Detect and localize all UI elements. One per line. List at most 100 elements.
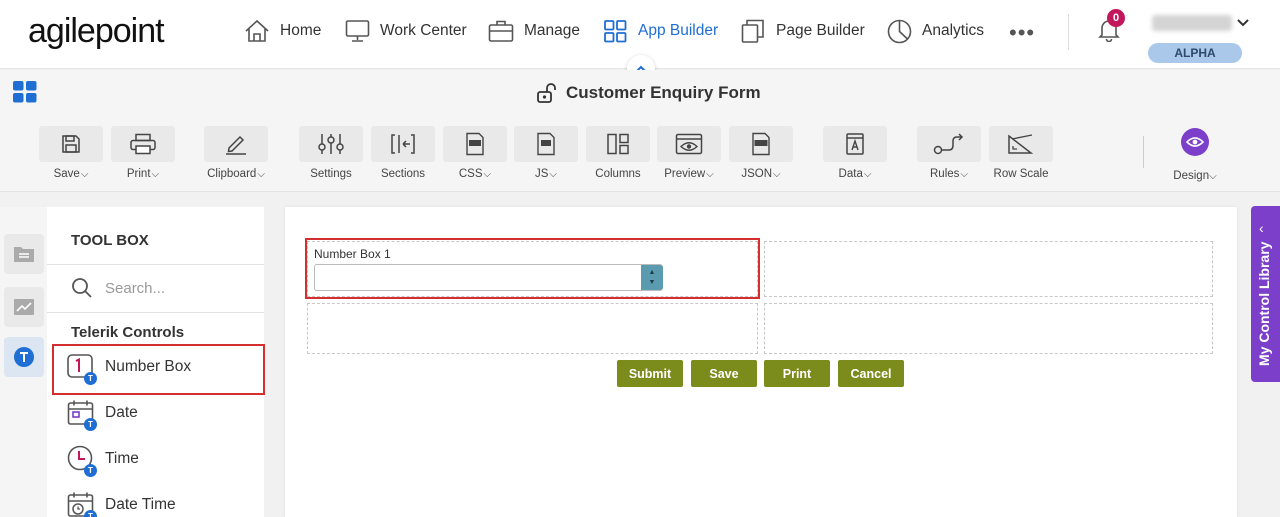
nav-divider — [1068, 14, 1069, 50]
toolbar-design-label: Design — [1173, 170, 1210, 182]
form-cell[interactable] — [764, 303, 1213, 354]
caret-down-icon: ⌵ — [151, 169, 160, 180]
spin-down-icon[interactable]: ▼ — [649, 279, 656, 287]
my-control-library-tab[interactable]: ‹ My Control Library — [1251, 206, 1280, 382]
list-folder-icon — [14, 247, 34, 262]
toolbox-panel: TOOL BOX Search... Telerik Controls T Nu… — [47, 207, 264, 517]
data-book-icon — [846, 133, 864, 155]
nav-manage-label: Manage — [524, 22, 581, 39]
caret-down-icon: ⌵ — [257, 169, 265, 180]
eye-icon — [1186, 137, 1204, 147]
ruler-triangle-icon — [1008, 134, 1034, 154]
toolbar-css[interactable]: CSS⌵ — [442, 126, 508, 180]
js-file-icon — [537, 132, 555, 156]
number-box-icon: T — [67, 353, 97, 385]
toolbar-data[interactable]: Data⌵ — [822, 126, 888, 180]
toolbar-row-scale[interactable]: Row Scale — [988, 126, 1054, 180]
toolbox-title: TOOL BOX — [71, 232, 149, 249]
caret-down-icon: ⌵ — [773, 169, 781, 180]
search-input[interactable]: Search... — [105, 280, 165, 297]
more-menu-icon[interactable]: ••• — [1009, 20, 1035, 46]
nav-app-builder-label: App Builder — [638, 22, 719, 39]
control-number-box-label: Number Box — [105, 358, 192, 375]
rules-flow-icon — [933, 133, 964, 155]
search-icon — [72, 278, 92, 298]
chevron-down-icon[interactable] — [1236, 16, 1250, 30]
user-name-blurred[interactable] — [1152, 15, 1232, 31]
toolbar-print[interactable]: Print⌵ — [110, 126, 176, 180]
agilepoint-logo[interactable]: agilepoint — [28, 12, 165, 51]
toolbar-save[interactable]: Save⌵ — [38, 126, 104, 180]
telerik-badge: T — [84, 510, 97, 517]
briefcase-icon — [488, 20, 514, 42]
home-icon — [245, 19, 269, 42]
save-button[interactable]: Save — [691, 360, 757, 387]
toolbar-js-label: JS — [534, 168, 549, 180]
tab-analytics[interactable] — [4, 287, 44, 327]
trend-chart-icon — [14, 299, 34, 315]
toolbar-design[interactable]: Design⌵ — [1163, 126, 1227, 182]
control-date-time-label: Date Time — [105, 496, 176, 513]
telerik-t-icon — [14, 347, 34, 367]
nav-manage[interactable]: Manage — [488, 17, 580, 45]
toolbar-json[interactable]: JSON⌵ — [728, 126, 794, 180]
control-number-box[interactable]: T Number Box — [67, 349, 191, 385]
toolbar-sections-label: Sections — [380, 168, 426, 180]
toolbox-search[interactable]: Search... — [71, 277, 165, 299]
apps-grid-icon[interactable] — [13, 81, 37, 103]
control-date[interactable]: T Date — [67, 395, 138, 431]
preview-eye-icon — [675, 133, 703, 155]
toolbar-data-label: Data — [838, 168, 863, 180]
toolbar-js[interactable]: JS⌵ — [513, 126, 579, 180]
toolbar-sections[interactable]: Sections — [370, 126, 436, 180]
nav-page-builder[interactable]: Page Builder — [741, 17, 865, 45]
toolbar-json-label: JSON — [741, 168, 773, 180]
form-cell[interactable] — [307, 303, 758, 354]
pie-chart-icon — [887, 19, 912, 43]
control-time-label: Time — [105, 450, 139, 467]
control-date-label: Date — [105, 404, 138, 421]
toolbar-settings-label: Settings — [310, 168, 352, 180]
number-box-1-input[interactable] — [314, 264, 663, 291]
toolbar-rules[interactable]: Rules⌵ — [916, 126, 982, 180]
tab-telerik-controls[interactable] — [4, 337, 44, 377]
caret-down-icon: ⌵ — [863, 169, 872, 180]
nav-analytics[interactable]: Analytics — [887, 17, 984, 45]
number-box-1-spinner[interactable]: ▲ ▼ — [641, 265, 663, 290]
spin-up-icon[interactable]: ▲ — [649, 269, 656, 277]
toolbar-clipboard-label: Clipboard — [207, 168, 257, 180]
form-title: Customer Enquiry Form — [536, 82, 761, 104]
form-title-bar: Customer Enquiry Form — [0, 70, 1280, 116]
toolbar-preview[interactable]: Preview⌵ — [656, 126, 722, 180]
submit-button[interactable]: Submit — [617, 360, 683, 387]
nav-home[interactable]: Home — [244, 17, 321, 45]
left-panel-tabs — [0, 207, 47, 517]
cancel-button[interactable]: Cancel — [838, 360, 904, 387]
toolbar-divider — [1143, 136, 1144, 168]
caret-down-icon: ⌵ — [483, 169, 492, 180]
control-date-time[interactable]: T Date Time — [67, 487, 176, 517]
monitor-icon — [345, 20, 370, 42]
floppy-disk-icon — [62, 135, 80, 153]
pages-icon — [741, 19, 764, 43]
nav-analytics-label: Analytics — [922, 22, 985, 39]
toolbox-section-title: Telerik Controls — [71, 324, 185, 341]
toolbar-clipboard[interactable]: Clipboard⌵ — [203, 126, 269, 180]
clock-icon: T — [67, 445, 97, 477]
telerik-badge: T — [84, 464, 97, 477]
columns-icon — [607, 133, 629, 155]
environment-badge: ALPHA — [1148, 43, 1242, 63]
toolbar-settings[interactable]: Settings — [298, 126, 364, 180]
toolbar-columns[interactable]: Columns — [585, 126, 651, 180]
form-cell[interactable] — [764, 241, 1213, 297]
nav-app-builder[interactable]: App Builder — [603, 17, 718, 45]
tab-form-list[interactable] — [4, 234, 44, 274]
telerik-badge: T — [84, 418, 97, 431]
control-time[interactable]: T Time — [67, 441, 139, 477]
print-button[interactable]: Print — [764, 360, 830, 387]
toolbar-row-scale-label: Row Scale — [993, 168, 1049, 180]
caret-down-icon: ⌵ — [1209, 171, 1217, 182]
calendar-icon: T — [67, 399, 97, 431]
caret-down-icon: ⌵ — [960, 169, 968, 180]
nav-work-center[interactable]: Work Center — [345, 17, 467, 45]
